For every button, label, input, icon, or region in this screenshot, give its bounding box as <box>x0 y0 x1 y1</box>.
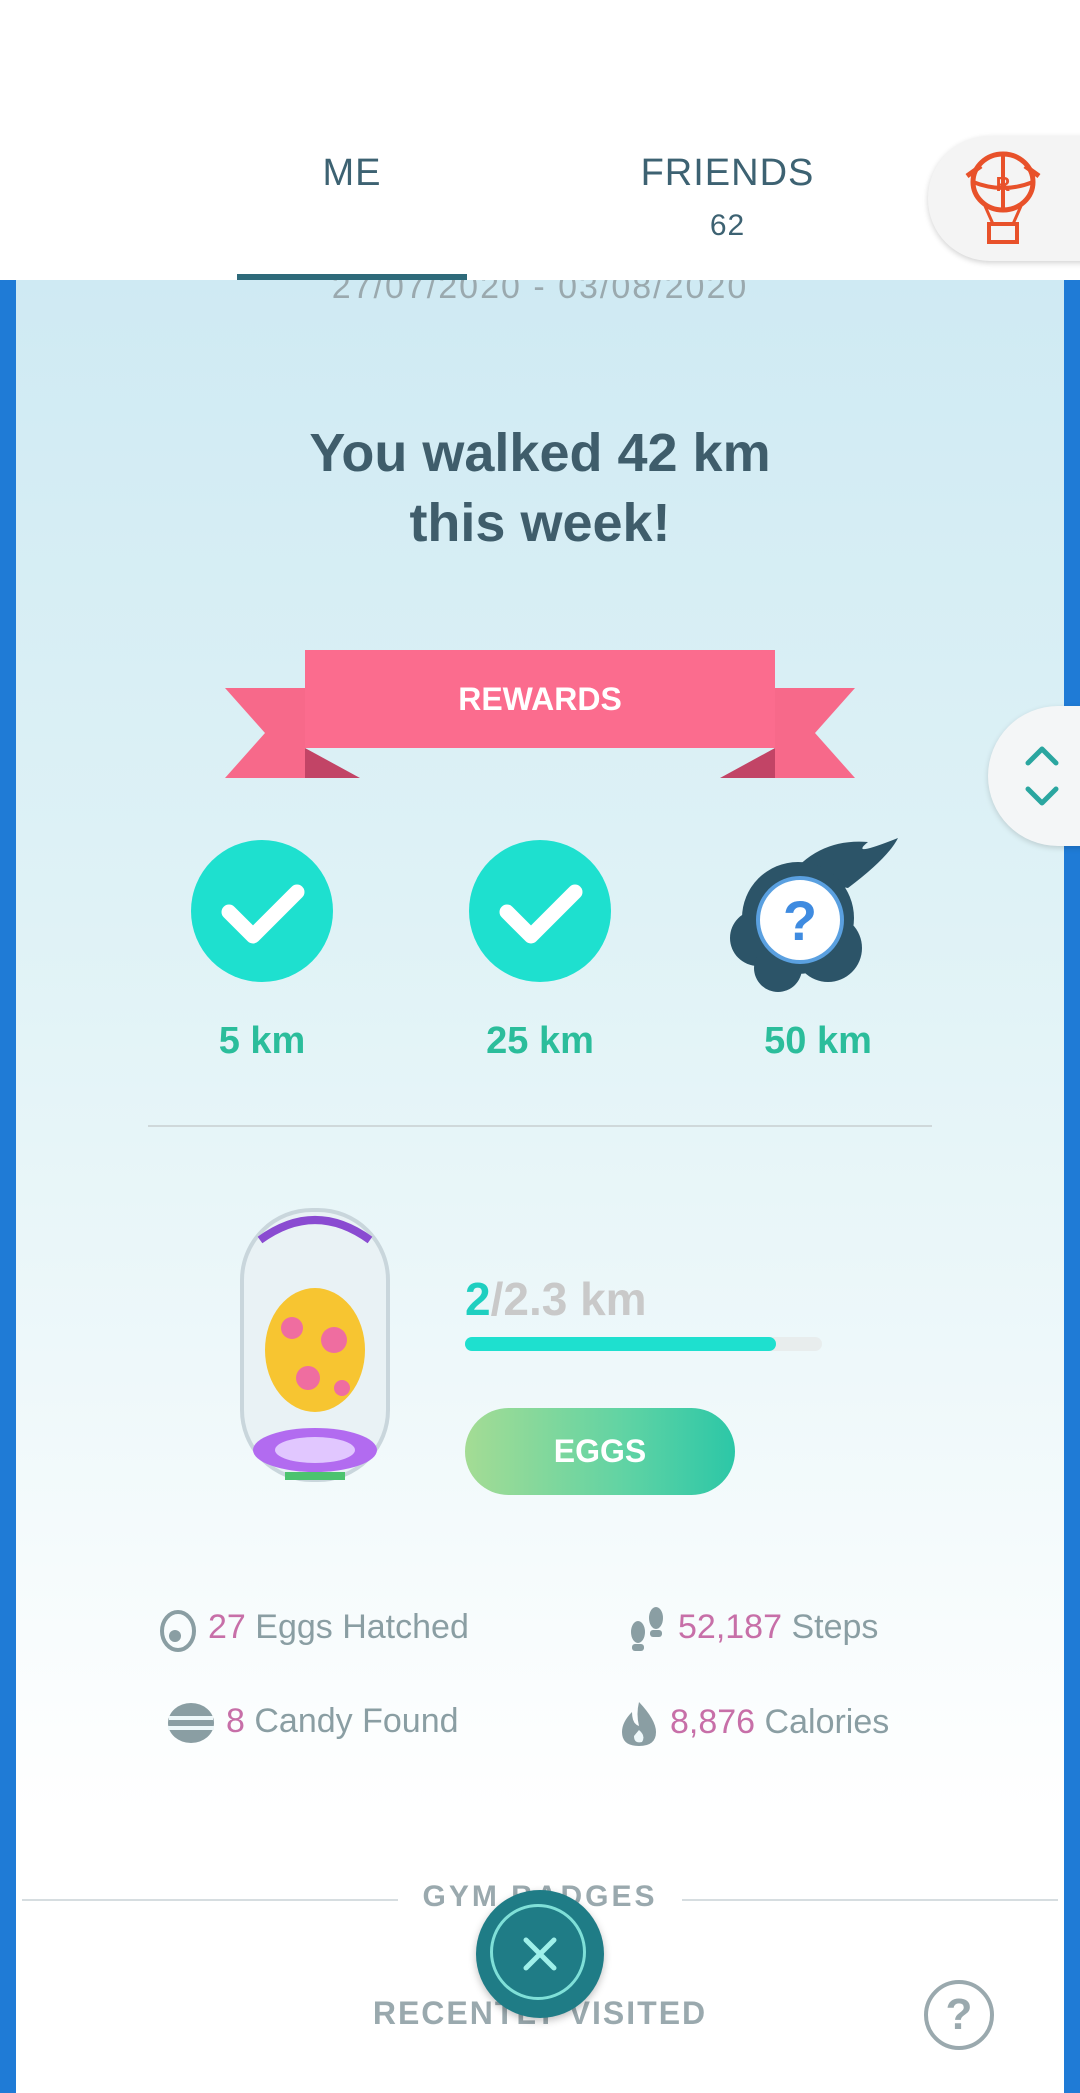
team-rocket-balloon-icon: R <box>965 151 1041 244</box>
checkmark-icon <box>499 884 583 944</box>
reward-5km-check <box>191 840 333 982</box>
calories-label: Calories <box>764 1702 890 1741</box>
stat-steps: 52,187 Steps <box>626 1606 878 1652</box>
egg-progress-current: 2 <box>465 1273 491 1325</box>
egg-progress-fill <box>465 1337 776 1351</box>
candy-label: Candy Found <box>254 1701 459 1740</box>
svg-text:?: ? <box>783 889 817 952</box>
flame-icon <box>622 1702 656 1746</box>
reward-25km-label: 25 km <box>486 1020 594 1062</box>
rewards-divider <box>148 1125 932 1127</box>
stat-candy-found: 8 Candy Found <box>166 1700 459 1746</box>
candy-count: 8 <box>226 1701 245 1740</box>
egg-progress-total: /2.3 km <box>490 1273 647 1325</box>
egg-progress-text: 2/2.3 km <box>465 1272 647 1326</box>
mystery-reward-icon: ? <box>730 838 898 992</box>
section-divider-right <box>682 1899 1058 1901</box>
stat-eggs-hatched: 27 Eggs Hatched <box>158 1606 469 1652</box>
egg-progress-bar <box>465 1337 822 1351</box>
eggs-hatched-label: Eggs Hatched <box>255 1607 469 1646</box>
candy-icon <box>168 1703 214 1743</box>
egg-icon <box>160 1610 196 1652</box>
checkmark-icon <box>221 884 305 944</box>
incubator-egg-icon <box>240 1208 390 1482</box>
steps-label: Steps <box>791 1607 879 1646</box>
footsteps-icon <box>631 1607 663 1651</box>
svg-text:R: R <box>996 174 1011 196</box>
steps-count: 52,187 <box>678 1607 782 1646</box>
section-divider-left <box>22 1899 398 1901</box>
question-icon[interactable]: ? <box>924 1980 994 2050</box>
tab-me-label: ME <box>322 152 382 194</box>
calories-count: 8,876 <box>670 1702 756 1741</box>
reward-25km-check <box>469 840 611 982</box>
close-icon <box>523 1937 557 1971</box>
eggs-hatched-count: 27 <box>208 1607 246 1646</box>
tab-friends[interactable]: FRIENDS 62 <box>600 152 855 243</box>
friends-count: 62 <box>709 209 746 242</box>
rewards-label: REWARDS <box>458 681 622 717</box>
tab-me[interactable]: ME <box>237 152 467 195</box>
reward-5km-label: 5 km <box>218 1020 306 1062</box>
headline-line-2: this week! <box>409 493 671 553</box>
tab-friends-label: FRIENDS <box>640 152 815 194</box>
top-tab-bar: ME FRIENDS 62 R <box>0 0 1080 280</box>
rewards-banner: REWARDS <box>225 650 855 780</box>
reward-50km-label: 50 km <box>764 1020 872 1062</box>
eggs-button[interactable]: EGGS <box>465 1408 735 1495</box>
weekly-distance-headline: You walked 42 km this week! <box>0 418 1080 558</box>
headline-line-1: You walked 42 km <box>309 423 771 483</box>
chevron-up-down-icon <box>1025 746 1059 806</box>
close-button[interactable] <box>476 1890 604 2018</box>
stat-calories: 8,876 Calories <box>618 1700 889 1748</box>
tab-me-indicator <box>237 274 467 280</box>
balloon-button[interactable]: R <box>928 136 1080 261</box>
